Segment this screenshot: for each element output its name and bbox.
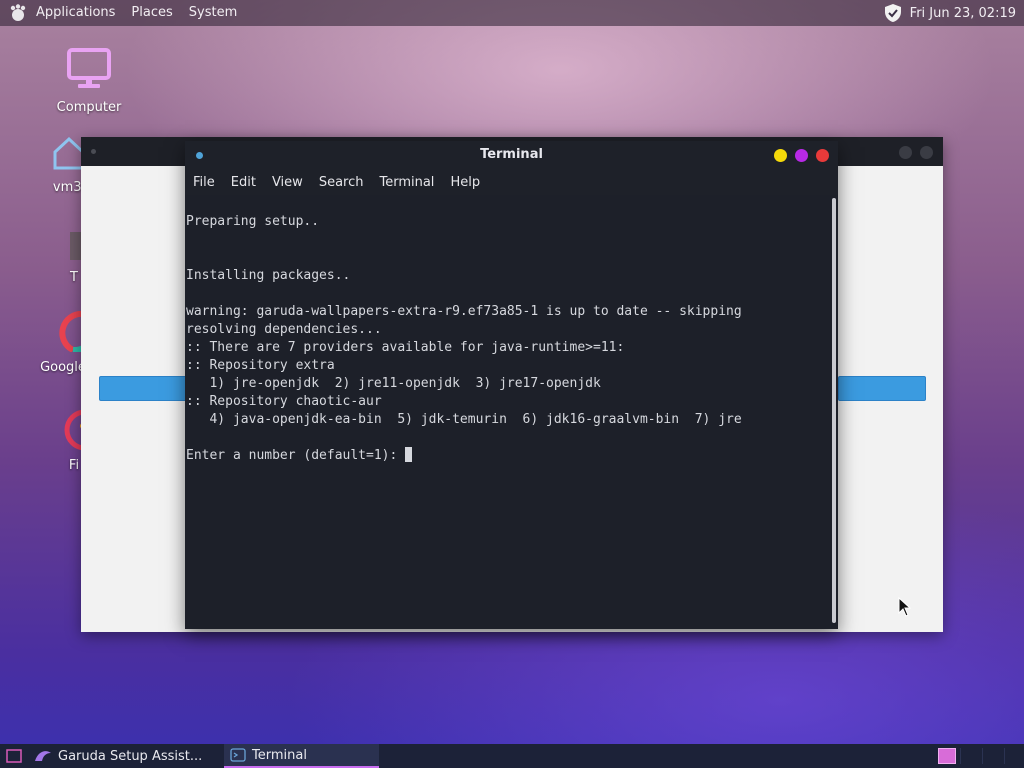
terminal-prompt: Enter a number (default=1): bbox=[186, 448, 406, 463]
terminal-scrollbar[interactable] bbox=[830, 195, 838, 629]
workspace-1[interactable] bbox=[938, 748, 956, 764]
terminal-line: resolving dependencies... bbox=[186, 322, 382, 337]
terminal-icon bbox=[230, 748, 246, 762]
terminal-window: Terminal File Edit View Search Terminal … bbox=[185, 141, 838, 629]
close-icon[interactable] bbox=[920, 146, 933, 159]
close-button[interactable] bbox=[816, 149, 829, 162]
terminal-menubar: File Edit View Search Terminal Help bbox=[185, 169, 838, 195]
workspace-2[interactable] bbox=[960, 748, 979, 764]
terminal-line: :: Repository chaotic-aur bbox=[186, 394, 382, 409]
terminal-line: :: Repository extra bbox=[186, 358, 335, 373]
terminal-line: 4) java-openjdk-ea-bin 5) jdk-temurin 6)… bbox=[186, 412, 742, 427]
terminal-title: Terminal bbox=[480, 147, 543, 162]
terminal-line: Installing packages.. bbox=[186, 268, 351, 283]
task-label: Garuda Setup Assist... bbox=[58, 748, 203, 764]
workspace-3[interactable] bbox=[982, 748, 1001, 764]
minimize-icon[interactable] bbox=[899, 146, 912, 159]
progress-bar-right bbox=[838, 376, 926, 401]
scrollbar-thumb[interactable] bbox=[832, 198, 836, 623]
menu-search[interactable]: Search bbox=[311, 175, 372, 190]
terminal-prompt-line[interactable]: Enter a number (default=1): bbox=[185, 447, 830, 465]
menu-help[interactable]: Help bbox=[442, 175, 488, 190]
top-panel: Applications Places System Fri Jun 23, 0… bbox=[0, 0, 1024, 26]
garuda-logo-icon[interactable] bbox=[8, 3, 28, 23]
task-terminal[interactable]: Terminal bbox=[224, 744, 379, 768]
progress-bar-left bbox=[99, 376, 187, 401]
show-desktop-button[interactable] bbox=[0, 744, 28, 768]
workspace-4[interactable] bbox=[1004, 748, 1023, 764]
show-desktop-icon bbox=[6, 749, 22, 763]
terminal-line: 1) jre-openjdk 2) jre11-openjdk 3) jre17… bbox=[186, 376, 601, 391]
window-dot-icon bbox=[91, 149, 96, 154]
task-label: Terminal bbox=[252, 747, 307, 763]
menu-edit[interactable]: Edit bbox=[223, 175, 264, 190]
computer-icon bbox=[67, 48, 111, 88]
terminal-line: Preparing setup.. bbox=[186, 214, 320, 229]
desktop-icon-label: Computer bbox=[56, 100, 122, 115]
task-garuda-setup[interactable]: Garuda Setup Assist... bbox=[28, 744, 224, 768]
text-cursor bbox=[405, 447, 413, 462]
terminal-titlebar[interactable]: Terminal bbox=[185, 141, 838, 169]
menu-system[interactable]: System bbox=[181, 0, 245, 26]
top-menu: Applications Places System bbox=[0, 0, 245, 26]
menu-places[interactable]: Places bbox=[123, 0, 180, 26]
chrome-icon bbox=[59, 310, 85, 354]
status-area: Fri Jun 23, 02:19 bbox=[884, 0, 1016, 26]
terminal-line: :: There are 7 providers available for j… bbox=[186, 340, 625, 355]
minimize-button[interactable] bbox=[774, 149, 787, 162]
desktop-icon-computer[interactable]: Computer bbox=[52, 46, 126, 115]
garuda-icon bbox=[35, 751, 51, 761]
mouse-pointer-icon bbox=[898, 597, 912, 617]
menu-view[interactable]: View bbox=[264, 175, 311, 190]
clock[interactable]: Fri Jun 23, 02:19 bbox=[910, 6, 1016, 21]
menu-terminal[interactable]: Terminal bbox=[371, 175, 442, 190]
terminal-line: warning: garuda-wallpapers-extra-r9.ef73… bbox=[186, 304, 742, 319]
menu-file[interactable]: File bbox=[185, 175, 223, 190]
terminal-output[interactable]: Preparing setup.. Installing packages.. … bbox=[185, 195, 830, 629]
maximize-button[interactable] bbox=[795, 149, 808, 162]
menu-applications[interactable]: Applications bbox=[28, 0, 123, 26]
taskbar: Garuda Setup Assist... Terminal bbox=[0, 744, 1024, 768]
shield-check-icon[interactable] bbox=[884, 3, 902, 23]
